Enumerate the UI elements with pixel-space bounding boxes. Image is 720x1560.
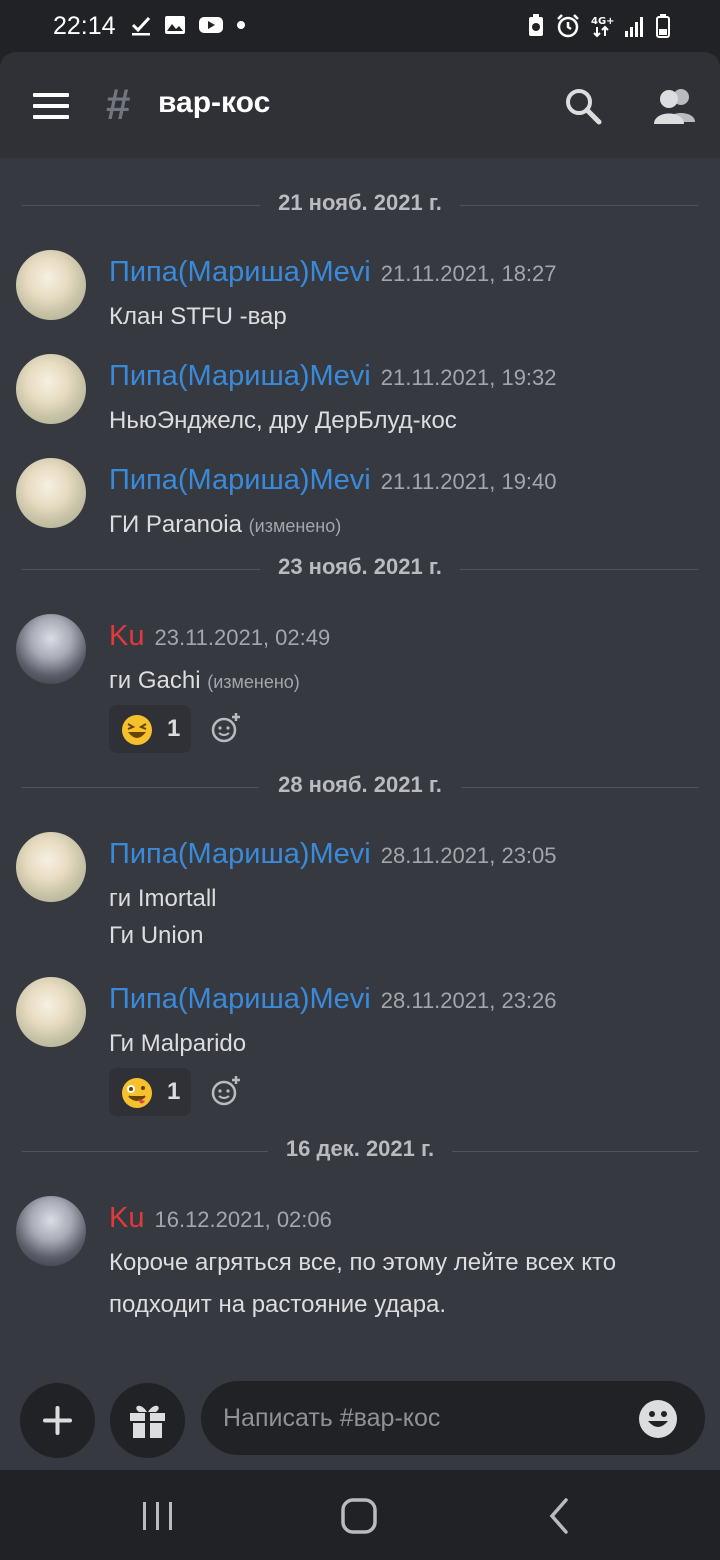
message-timestamp: 16.12.2021, 02:06 [154, 1207, 332, 1232]
signal-icon [625, 17, 643, 37]
date-separator: 16 дек. 2021 г. [22, 1136, 698, 1166]
message-text: НьюЭнджелс, дру ДерБлуд-кос [109, 407, 457, 434]
recent-apps-icon[interactable] [136, 1494, 180, 1538]
message-text: Клан STFU -вар [109, 303, 287, 330]
message-text-content: ГИ Paranoia [109, 511, 242, 538]
message-text: Ги Malparido [109, 1030, 247, 1057]
message-text: Короче агряться все, по этому лейте всех… [109, 1249, 617, 1276]
channel-hash-icon: # [106, 80, 131, 129]
date-separator: 21 нояб. 2021 г. [22, 190, 698, 220]
avatar[interactable] [16, 832, 86, 902]
message-header: Ku 23.11.2021, 02:49 [109, 620, 330, 653]
svg-text:4G+: 4G+ [591, 16, 614, 27]
author-name[interactable]: Ku [109, 1202, 144, 1234]
channel-header: # вар-кос [0, 52, 720, 158]
hamburger-menu-icon[interactable] [33, 93, 73, 119]
date-separator: 23 нояб. 2021 г. [22, 554, 698, 584]
avatar[interactable] [16, 1196, 86, 1266]
date-label: 21 нояб. 2021 г. [278, 190, 442, 215]
reaction-count: 1 [167, 1078, 181, 1105]
message-text: ги Gachi (изменено) [109, 662, 300, 701]
download-check-icon [131, 16, 151, 36]
message-header: Пипа(Мариша)Mevi 28.11.2021, 23:05 [109, 838, 557, 871]
avatar[interactable] [16, 458, 86, 528]
gift-button[interactable] [110, 1383, 185, 1458]
message-timestamp: 28.11.2021, 23:05 [380, 843, 557, 868]
members-icon[interactable] [653, 86, 697, 126]
zany-face-icon [122, 1078, 152, 1108]
network-4g-icon: 4G+ [591, 16, 614, 38]
avatar[interactable] [16, 250, 86, 320]
reaction-count: 1 [167, 715, 181, 742]
laughing-face-icon [122, 715, 152, 745]
message-composer [0, 1380, 720, 1470]
avatar[interactable] [16, 977, 86, 1047]
message-timestamp: 21.11.2021, 19:32 [380, 365, 557, 390]
add-reaction-icon[interactable] [210, 1075, 242, 1107]
discord-app: # вар-кос 21 нояб. 2021 г. Пипа(Мариша)M… [0, 52, 720, 1470]
add-reaction-icon[interactable] [210, 712, 242, 744]
message-text: ГИ Paranoia (изменено) [109, 506, 341, 545]
status-system-icons: 4G+ [526, 14, 670, 38]
author-name[interactable]: Пипа(Мариша)Mevi [109, 464, 371, 496]
alarm-icon [557, 14, 579, 38]
channel-title: вар-кос [158, 86, 271, 119]
message-text: подходит на растояние удара. [109, 1291, 447, 1318]
message-header: Пипа(Мариша)Mevi 28.11.2021, 23:26 [109, 983, 557, 1016]
author-name[interactable]: Ku [109, 620, 144, 652]
back-icon[interactable] [538, 1494, 582, 1538]
avatar[interactable] [16, 614, 86, 684]
message-header: Пипа(Мариша)Mevi 21.11.2021, 19:40 [109, 464, 557, 497]
date-label: 28 нояб. 2021 г. [278, 772, 442, 797]
author-name[interactable]: Пипа(Мариша)Mevi [109, 360, 371, 392]
youtube-icon [199, 17, 223, 33]
date-separator: 28 нояб. 2021 г. [22, 772, 698, 802]
gallery-icon [165, 16, 185, 34]
plus-icon [43, 1406, 72, 1435]
message-text: ги Imortall [109, 885, 217, 912]
status-time: 22:14 [53, 12, 116, 40]
author-name[interactable]: Пипа(Мариша)Mevi [109, 983, 371, 1015]
edited-label: (изменено) [207, 672, 300, 692]
search-icon[interactable] [563, 86, 603, 126]
gift-icon [130, 1405, 165, 1438]
message-timestamp: 23.11.2021, 02:49 [154, 625, 331, 650]
message-header: Ku 16.12.2021, 02:06 [109, 1202, 332, 1235]
battery-icon [656, 14, 670, 38]
reaction-chip[interactable]: 1 [109, 1068, 191, 1116]
message-timestamp: 21.11.2021, 19:40 [380, 469, 557, 494]
emoji-picker-icon[interactable] [638, 1399, 678, 1439]
avatar[interactable] [16, 354, 86, 424]
status-bar: 22:14 4G+ [0, 0, 720, 52]
home-icon[interactable] [337, 1494, 381, 1538]
dot-icon [237, 21, 245, 29]
edited-label: (изменено) [248, 516, 342, 536]
message-timestamp: 21.11.2021, 18:27 [380, 261, 557, 286]
message-header: Пипа(Мариша)Mevi 21.11.2021, 19:32 [109, 360, 557, 393]
date-label: 16 дек. 2021 г. [285, 1136, 435, 1161]
status-notification-icons [130, 14, 246, 36]
message-header: Пипа(Мариша)Mevi 21.11.2021, 18:27 [109, 256, 557, 289]
reaction-chip[interactable]: 1 [109, 705, 191, 753]
author-name[interactable]: Пипа(Мариша)Mevi [109, 838, 371, 870]
message-text-content: ги Gachi [109, 667, 201, 694]
system-navigation-bar [0, 1470, 720, 1560]
battery-saver-icon [529, 14, 543, 36]
message-timestamp: 28.11.2021, 23:26 [380, 988, 557, 1013]
message-text: Ги Union [109, 922, 204, 949]
attach-button[interactable] [20, 1383, 95, 1458]
date-label: 23 нояб. 2021 г. [278, 554, 442, 579]
message-input[interactable] [201, 1381, 705, 1455]
author-name[interactable]: Пипа(Мариша)Mevi [109, 256, 371, 288]
